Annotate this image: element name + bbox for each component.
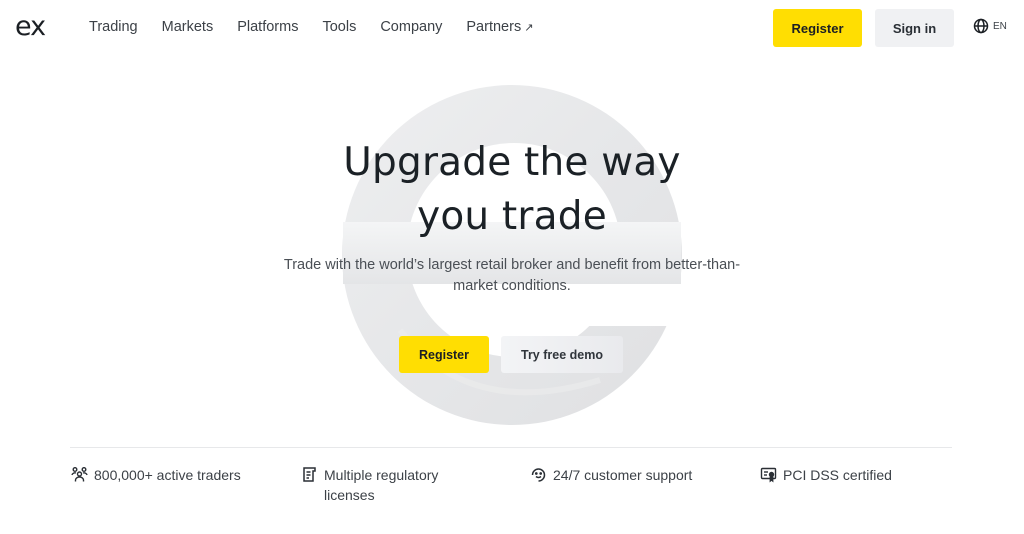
language-selector[interactable]: EN [973, 18, 1007, 34]
brand-logo[interactable]: ex [15, 12, 46, 42]
hero-title-line-2: you trade [417, 194, 607, 239]
nav-item-trading[interactable]: Trading [89, 18, 138, 37]
support-headset-icon [531, 468, 546, 482]
external-arrow-icon: ↗ [524, 22, 534, 34]
header-register-button[interactable]: Register [773, 9, 862, 47]
nav-item-markets[interactable]: Markets [162, 18, 214, 37]
nav-item-company[interactable]: Company [380, 18, 442, 37]
certificate-icon [760, 467, 777, 483]
nav-item-partners[interactable]: Partners ↗ [466, 18, 533, 37]
nav-item-partners-label: Partners [466, 19, 522, 35]
hero-subtitle: Trade with the world’s largest retail br… [283, 257, 741, 294]
nav-item-platforms[interactable]: Platforms [237, 18, 298, 37]
try-free-demo-button[interactable]: Try free demo [501, 336, 623, 373]
feature-text: 24/7 customer support [553, 467, 693, 483]
globe-icon [973, 18, 989, 34]
sign-in-button[interactable]: Sign in [875, 9, 954, 47]
feature-text: 800,000+ active traders [94, 467, 241, 483]
main-nav: Trading Markets Platforms Tools Company … [89, 18, 557, 37]
nav-item-tools[interactable]: Tools [322, 18, 356, 37]
feature-customer-support: 24/7 customer support [530, 465, 692, 485]
feature-regulatory-licenses: Multiple regulatory licenses [301, 465, 464, 505]
hero-title: Upgrade the way you trade [0, 136, 1024, 244]
feature-text: PCI DSS certified [783, 467, 892, 483]
feature-active-traders: 800,000+ active traders [71, 465, 241, 485]
hero-register-button[interactable]: Register [399, 336, 489, 373]
feature-text: Multiple regulatory licenses [324, 467, 439, 503]
license-document-icon [303, 467, 316, 482]
language-code: EN [993, 20, 1007, 32]
feature-pci-dss: PCI DSS certified [760, 465, 892, 485]
top-navigation-bar: ex Trading Markets Platforms Tools Compa… [0, 0, 1024, 55]
users-icon [71, 467, 88, 482]
hero-title-line-1: Upgrade the way [343, 140, 681, 185]
section-divider [70, 447, 952, 448]
